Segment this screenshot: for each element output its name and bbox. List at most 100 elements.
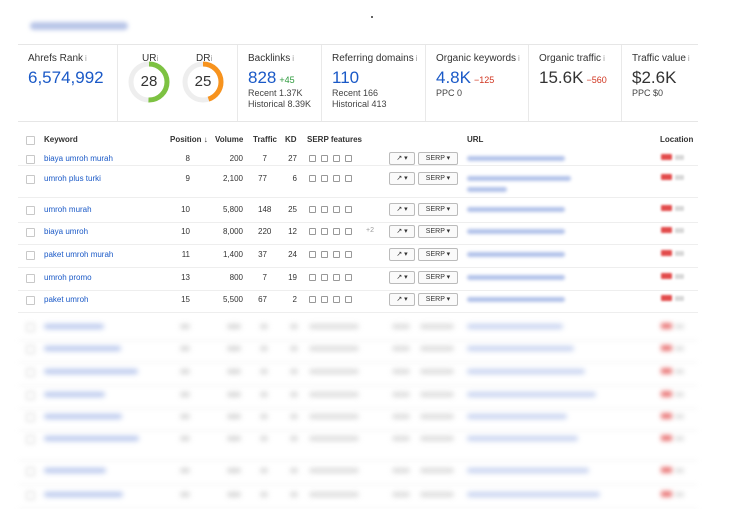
keyword-link[interactable]: umroh promo	[44, 273, 92, 282]
row-checkbox[interactable]	[26, 413, 35, 422]
keyword-link-blurred[interactable]	[44, 392, 105, 397]
serp-button-blurred[interactable]	[420, 436, 454, 441]
trend-button-blurred[interactable]	[392, 414, 410, 419]
keyword-link[interactable]: paket umroh	[44, 295, 88, 304]
row-checkbox[interactable]	[26, 368, 35, 377]
row-checkbox[interactable]	[26, 175, 35, 184]
row-checkbox[interactable]	[26, 155, 35, 164]
row-checkbox[interactable]	[26, 391, 35, 400]
serp-button-blurred[interactable]	[420, 324, 454, 329]
serp-button[interactable]: SERP ▾	[418, 271, 458, 284]
row-checkbox[interactable]	[26, 206, 35, 215]
info-icon[interactable]: i	[85, 54, 87, 63]
trend-chart-button[interactable]: ↗ ▾	[389, 225, 415, 238]
serp-features-more[interactable]: +2	[366, 227, 374, 234]
column-serp-features[interactable]: SERP features	[307, 135, 362, 144]
trend-button-blurred[interactable]	[392, 468, 410, 473]
keyword-link-blurred[interactable]	[44, 492, 123, 497]
keyword-link-blurred[interactable]	[44, 414, 122, 419]
serp-button-blurred[interactable]	[420, 414, 454, 419]
trend-chart-button[interactable]: ↗ ▾	[389, 152, 415, 165]
keyword-link-blurred[interactable]	[44, 346, 121, 351]
keyword-link[interactable]: umroh murah	[44, 205, 92, 214]
column-location[interactable]: Location	[660, 135, 693, 144]
ranking-url-blurred[interactable]	[467, 369, 585, 374]
referring-domains-value[interactable]: 110	[332, 68, 425, 88]
traffic-value-value[interactable]: $2.6K	[632, 68, 698, 88]
ahrefs-rank-value[interactable]: 6,574,992	[28, 68, 117, 88]
column-volume[interactable]: Volume	[215, 135, 243, 144]
table-row-blurred[interactable]	[18, 386, 698, 409]
trend-chart-button[interactable]: ↗ ▾	[389, 293, 415, 306]
column-url[interactable]: URL	[467, 135, 483, 144]
keyword-link[interactable]: paket umroh murah	[44, 250, 113, 259]
column-position[interactable]: Position ↓	[170, 135, 208, 144]
select-all-checkbox[interactable]	[26, 136, 35, 145]
ranking-url-link[interactable]	[467, 275, 565, 280]
trend-chart-button[interactable]: ↗ ▾	[389, 271, 415, 284]
ranking-url-blurred[interactable]	[467, 468, 589, 473]
info-icon[interactable]: i	[416, 54, 418, 63]
serp-button[interactable]: SERP ▾	[418, 248, 458, 261]
table-row-blurred[interactable]	[18, 408, 698, 431]
ranking-url-link[interactable]	[467, 229, 565, 234]
serp-button[interactable]: SERP ▾	[418, 152, 458, 165]
row-checkbox[interactable]	[26, 274, 35, 283]
info-icon[interactable]: i	[518, 54, 520, 63]
column-keyword[interactable]: Keyword	[44, 135, 78, 144]
trend-button-blurred[interactable]	[392, 492, 410, 497]
row-checkbox[interactable]	[26, 228, 35, 237]
column-kd[interactable]: KD	[285, 135, 297, 144]
keyword-link[interactable]: biaya umroh	[44, 227, 88, 236]
serp-button[interactable]: SERP ▾	[418, 172, 458, 185]
trend-button-blurred[interactable]	[392, 346, 410, 351]
ranking-url-link[interactable]	[467, 156, 565, 161]
row-checkbox[interactable]	[26, 296, 35, 305]
trend-chart-button[interactable]: ↗ ▾	[389, 172, 415, 185]
ranking-url-blurred[interactable]	[467, 392, 596, 397]
table-row-blurred[interactable]	[18, 340, 698, 363]
organic-traffic-value[interactable]: 15.6K	[539, 68, 583, 87]
table-row-blurred[interactable]	[18, 318, 698, 341]
row-checkbox[interactable]	[26, 435, 35, 444]
keyword-link-blurred[interactable]	[44, 324, 104, 329]
table-row-blurred[interactable]	[18, 486, 698, 509]
info-icon[interactable]: i	[292, 54, 294, 63]
serp-button[interactable]: SERP ▾	[418, 203, 458, 216]
table-row-blurred[interactable]	[18, 462, 698, 485]
trend-button-blurred[interactable]	[392, 392, 410, 397]
ranking-url-blurred[interactable]	[467, 324, 563, 329]
ranking-url-blurred[interactable]	[467, 492, 600, 497]
trend-button-blurred[interactable]	[392, 369, 410, 374]
ranking-url-link[interactable]	[467, 207, 565, 212]
column-traffic[interactable]: Traffic	[253, 135, 277, 144]
ranking-url-blurred[interactable]	[467, 436, 578, 441]
serp-button-blurred[interactable]	[420, 468, 454, 473]
ranking-url-link[interactable]	[467, 252, 565, 257]
serp-button[interactable]: SERP ▾	[418, 225, 458, 238]
row-checkbox[interactable]	[26, 491, 35, 500]
trend-button-blurred[interactable]	[392, 324, 410, 329]
ranking-url-link[interactable]	[467, 297, 565, 302]
serp-button-blurred[interactable]	[420, 392, 454, 397]
serp-button-blurred[interactable]	[420, 492, 454, 497]
keyword-link-blurred[interactable]	[44, 369, 138, 374]
serp-button-blurred[interactable]	[420, 346, 454, 351]
keyword-link[interactable]: umroh plus turki	[44, 174, 101, 183]
organic-keywords-value[interactable]: 4.8K	[436, 68, 471, 87]
row-checkbox[interactable]	[26, 467, 35, 476]
trend-chart-button[interactable]: ↗ ▾	[389, 203, 415, 216]
keyword-link-blurred[interactable]	[44, 436, 139, 441]
ranking-url-blurred[interactable]	[467, 414, 567, 419]
serp-button-blurred[interactable]	[420, 369, 454, 374]
row-checkbox[interactable]	[26, 323, 35, 332]
keyword-link[interactable]: biaya umroh murah	[44, 154, 113, 163]
row-checkbox[interactable]	[26, 251, 35, 260]
table-row-blurred[interactable]	[18, 363, 698, 386]
ranking-url-link[interactable]	[467, 176, 571, 181]
table-row-blurred[interactable]	[18, 430, 698, 461]
backlinks-value[interactable]: 828	[248, 68, 276, 87]
ranking-url-blurred[interactable]	[467, 346, 574, 351]
row-checkbox[interactable]	[26, 345, 35, 354]
keyword-link-blurred[interactable]	[44, 468, 106, 473]
